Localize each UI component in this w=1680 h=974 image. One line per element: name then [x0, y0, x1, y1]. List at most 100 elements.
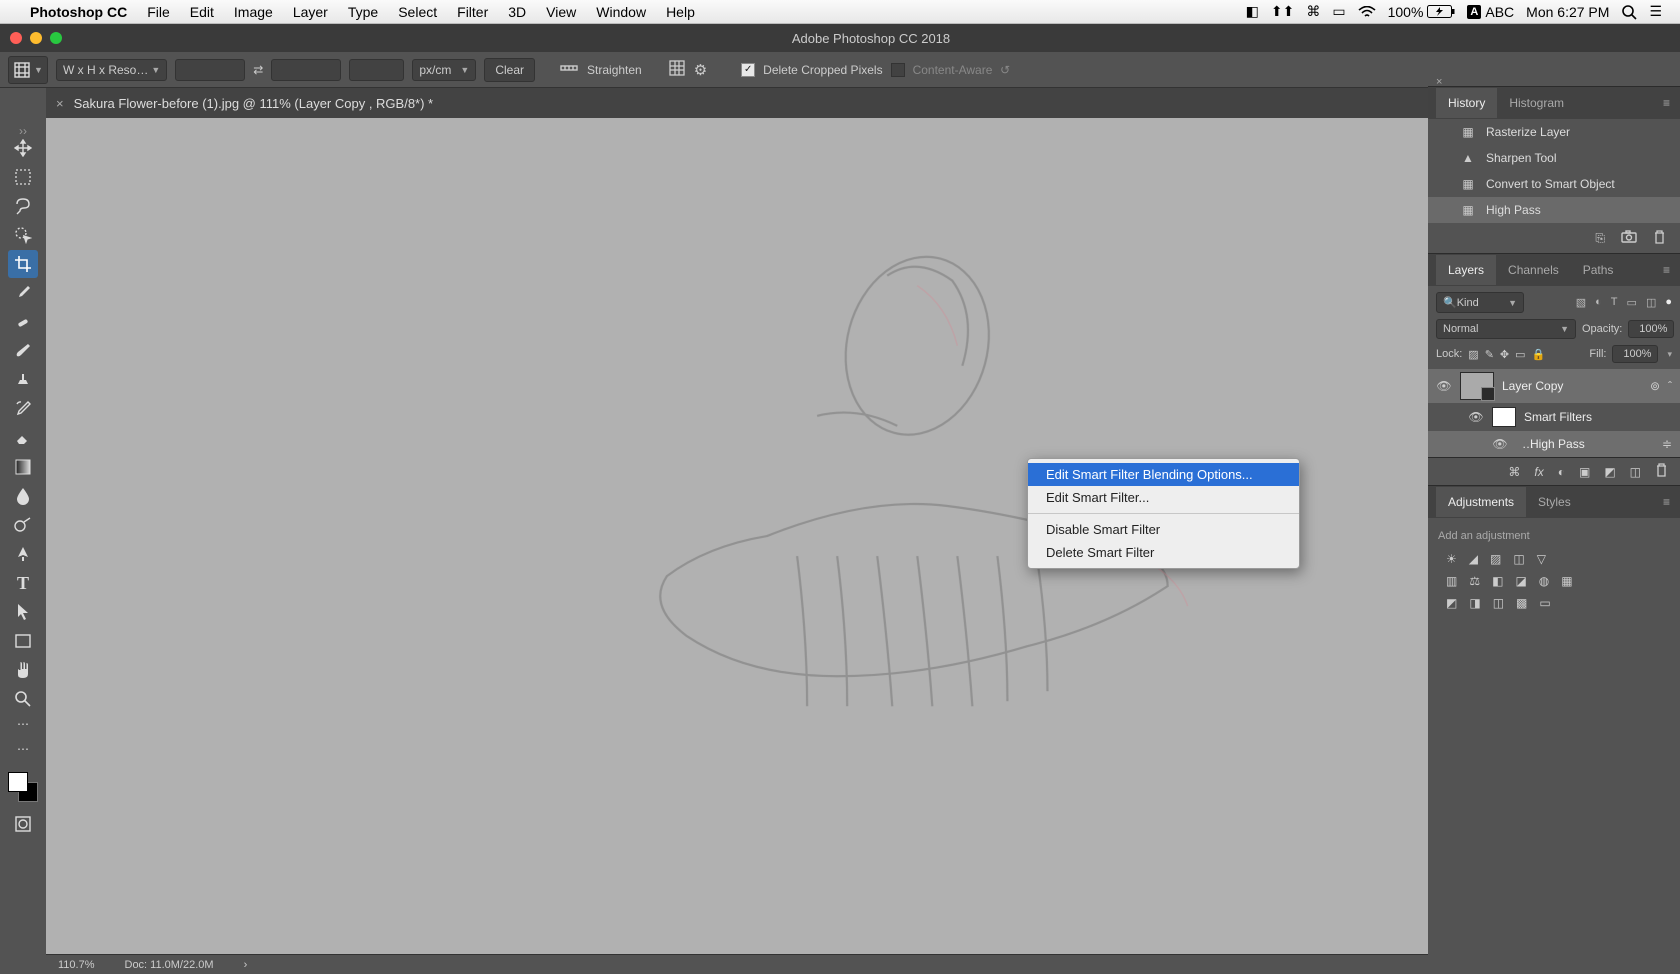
visibility-toggle-icon[interactable]: 👁: [1468, 410, 1484, 424]
layer-thumbnail[interactable]: [1460, 372, 1494, 400]
layers-panel-menu-icon[interactable]: ≡: [1653, 263, 1680, 277]
lock-all-icon[interactable]: 🔒: [1532, 348, 1546, 361]
filter-mask-thumbnail[interactable]: [1492, 407, 1516, 427]
marquee-tool[interactable]: [8, 163, 38, 191]
wifi-icon[interactable]: [1352, 6, 1382, 18]
lock-position-icon[interactable]: ✥: [1500, 348, 1509, 361]
adj-gradient-map-icon[interactable]: ▭: [1539, 596, 1550, 610]
menu-3d[interactable]: 3D: [498, 4, 536, 20]
healing-brush-tool[interactable]: [8, 308, 38, 336]
new-adjustment-icon[interactable]: ◩: [1604, 465, 1615, 479]
add-mask-icon[interactable]: ◐: [1558, 465, 1565, 479]
tab-styles[interactable]: Styles: [1526, 487, 1583, 517]
crop-ratio-preset[interactable]: W x H x Reso…▼: [56, 59, 167, 81]
status-zoom[interactable]: 110.7%: [58, 959, 95, 971]
menu-extras-icon[interactable]: ☰: [1643, 3, 1668, 20]
lock-artboard-icon[interactable]: ▭: [1515, 348, 1525, 361]
panel-group-close-icon[interactable]: ×: [1436, 76, 1442, 88]
close-tab-icon[interactable]: ×: [56, 96, 64, 111]
crop-resolution-input[interactable]: [349, 59, 404, 81]
menu-select[interactable]: Select: [388, 4, 447, 20]
straighten-label[interactable]: Straighten: [587, 63, 642, 77]
adj-photo-filter-icon[interactable]: ◪: [1515, 574, 1526, 588]
adj-brightness-icon[interactable]: ☀: [1446, 552, 1457, 566]
quick-select-tool[interactable]: [8, 221, 38, 249]
adj-bw-icon[interactable]: ◧: [1492, 574, 1503, 588]
menu-edit[interactable]: Edit: [180, 4, 224, 20]
lock-transparency-icon[interactable]: ▨: [1468, 348, 1478, 361]
filter-shape-icon[interactable]: ▭: [1627, 296, 1637, 309]
menu-type[interactable]: Type: [338, 4, 388, 20]
clone-stamp-tool[interactable]: [8, 366, 38, 394]
blend-mode-select[interactable]: Normal▼: [1436, 319, 1576, 339]
rectangle-tool[interactable]: [8, 627, 38, 655]
menu-filter[interactable]: Filter: [447, 4, 498, 20]
history-delete-icon[interactable]: [1653, 230, 1666, 247]
history-item[interactable]: ▦Convert to Smart Object: [1428, 171, 1680, 197]
ctx-disable-smart-filter[interactable]: Disable Smart Filter: [1028, 518, 1299, 541]
adj-invert-icon[interactable]: ◩: [1446, 596, 1457, 610]
adj-exposure-icon[interactable]: ◫: [1513, 552, 1524, 566]
lock-pixels-icon[interactable]: ✎: [1485, 348, 1494, 361]
creative-cloud-icon[interactable]: ⌘: [1300, 3, 1326, 20]
adj-balance-icon[interactable]: ⚖: [1469, 574, 1480, 588]
history-item[interactable]: ▲Sharpen Tool: [1428, 145, 1680, 171]
straighten-icon[interactable]: [559, 60, 579, 79]
adj-posterize-icon[interactable]: ◨: [1469, 596, 1480, 610]
swap-dimensions-icon[interactable]: ⇄: [253, 63, 263, 77]
menu-file[interactable]: File: [137, 4, 180, 20]
history-panel-menu-icon[interactable]: ≡: [1653, 96, 1680, 110]
tab-channels[interactable]: Channels: [1496, 255, 1571, 285]
battery-status[interactable]: 100%: [1382, 4, 1462, 20]
zoom-tool[interactable]: [8, 685, 38, 713]
lasso-tool[interactable]: [8, 192, 38, 220]
adj-threshold-icon[interactable]: ◫: [1493, 596, 1504, 610]
input-source[interactable]: A ABC: [1461, 4, 1520, 20]
adj-hue-icon[interactable]: ▥: [1446, 574, 1457, 588]
brush-tool[interactable]: [8, 337, 38, 365]
adj-curves-icon[interactable]: ▨: [1490, 552, 1501, 566]
document-tab[interactable]: × Sakura Flower-before (1).jpg @ 111% (L…: [56, 96, 433, 111]
eyedropper-tool[interactable]: [8, 279, 38, 307]
status-doc-size[interactable]: Doc: 11.0M/22.0M: [125, 959, 214, 971]
visibility-toggle-icon[interactable]: 👁: [1492, 437, 1508, 451]
options-tool-indicator[interactable]: ▼: [8, 56, 48, 84]
delete-layer-icon[interactable]: [1655, 463, 1668, 480]
dropbox-icon[interactable]: ⬆⬆: [1265, 3, 1300, 20]
blur-tool[interactable]: [8, 482, 38, 510]
filter-blend-options-icon[interactable]: ≑: [1662, 437, 1672, 451]
ctx-delete-smart-filter[interactable]: Delete Smart Filter: [1028, 541, 1299, 564]
clear-button[interactable]: Clear: [484, 58, 535, 82]
spotlight-icon[interactable]: [1615, 4, 1643, 20]
window-close-button[interactable]: [10, 32, 22, 44]
layer-filter-kind[interactable]: 🔍Kind▼: [1436, 292, 1524, 313]
gradient-tool[interactable]: [8, 453, 38, 481]
smart-filter-item[interactable]: 👁 …High Pass ≑: [1428, 431, 1680, 457]
crop-height-input[interactable]: [271, 59, 341, 81]
dodge-tool[interactable]: [8, 511, 38, 539]
tools-expand-grip[interactable]: ››: [19, 124, 27, 134]
tab-adjustments[interactable]: Adjustments: [1436, 487, 1526, 517]
status-disclosure-icon[interactable]: ›: [244, 959, 248, 971]
app-menu[interactable]: Photoshop CC: [20, 4, 137, 20]
quick-mask-toggle[interactable]: [8, 810, 38, 838]
adjustments-panel-menu-icon[interactable]: ≡: [1653, 495, 1680, 509]
filter-pixel-icon[interactable]: ▧: [1576, 296, 1586, 309]
layer-expand-icon[interactable]: ˆ: [1668, 379, 1672, 393]
window-zoom-button[interactable]: [50, 32, 62, 44]
type-tool[interactable]: T: [8, 569, 38, 597]
menu-window[interactable]: Window: [586, 4, 656, 20]
menu-layer[interactable]: Layer: [283, 4, 338, 20]
edit-toolbar-button[interactable]: ⋯: [8, 735, 38, 763]
filter-toggle-icon[interactable]: ●: [1665, 296, 1672, 309]
layer-name[interactable]: Layer Copy: [1502, 379, 1642, 393]
history-new-doc-icon[interactable]: ⎘: [1595, 231, 1605, 246]
ctx-edit-smart-filter[interactable]: Edit Smart Filter...: [1028, 486, 1299, 509]
smart-filters-row[interactable]: 👁 Smart Filters: [1428, 403, 1680, 431]
window-minimize-button[interactable]: [30, 32, 42, 44]
crop-overlay-options-icon[interactable]: [668, 59, 686, 81]
tab-layers[interactable]: Layers: [1436, 255, 1496, 285]
adj-levels-icon[interactable]: ◢: [1469, 552, 1478, 566]
tab-paths[interactable]: Paths: [1571, 255, 1626, 285]
hand-tool[interactable]: [8, 656, 38, 684]
